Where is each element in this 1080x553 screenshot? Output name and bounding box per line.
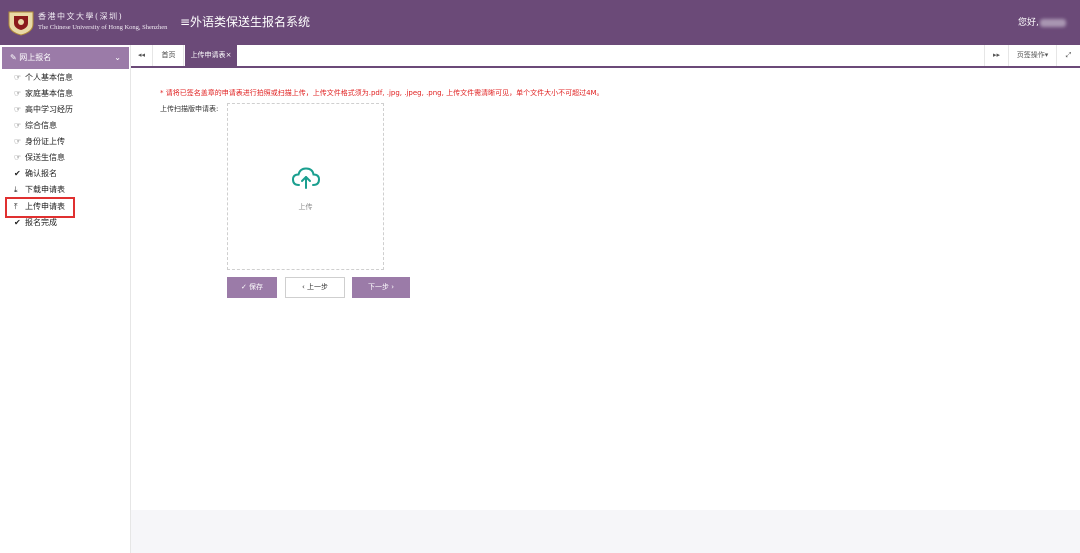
previous-step-button[interactable]: ‹ 上一步 (285, 277, 345, 298)
highlight-box (5, 197, 75, 218)
sidebar-item-comprehensive-info[interactable]: ☞ 综合信息 (14, 119, 57, 133)
username-redacted (1039, 18, 1066, 27)
tab-home[interactable]: 首页 (154, 45, 184, 66)
next-step-button[interactable]: 下一步 › (352, 277, 410, 298)
university-name: 香港中文大學(深圳) The Chinese University of Hon… (38, 11, 167, 31)
chevron-left-icon: ‹ (301, 283, 305, 291)
hand-icon: ☞ (14, 73, 22, 82)
sidebar-section-online-registration[interactable]: ✎ 网上报名 ⌄ (2, 47, 129, 69)
hand-icon: ☞ (14, 153, 22, 162)
sidebar-item-label: 身份证上传 (25, 137, 65, 146)
sidebar-item-complete[interactable]: ✔ 报名完成 (14, 216, 57, 230)
user-greeting[interactable]: 您好, (1018, 15, 1066, 28)
greeting-text: 您好, (1018, 18, 1039, 28)
hand-icon: ☞ (14, 121, 22, 130)
sidebar-item-confirm[interactable]: ✔ 确认报名 (14, 167, 57, 181)
save-button[interactable]: ✓ 保存 (227, 277, 277, 298)
scroll-left-icon[interactable]: ◂◂ (131, 45, 153, 66)
save-label: 保存 (249, 283, 264, 291)
university-logo-icon (8, 11, 34, 36)
hand-icon: ☞ (14, 105, 22, 114)
university-name-en: The Chinese University of Hong Kong, She… (38, 24, 168, 31)
sidebar-item-label: 高中学习经历 (25, 105, 73, 114)
sidebar-section-label: 网上报名 (19, 53, 52, 62)
sidebar-item-id-upload[interactable]: ☞ 身份证上传 (14, 135, 65, 149)
tab-operations-label: 页签操作 (1016, 51, 1045, 59)
university-name-cn: 香港中文大學(深圳) (38, 12, 124, 21)
check-icon: ✔ (14, 169, 21, 178)
top-header: 香港中文大學(深圳) The Chinese University of Hon… (0, 0, 1080, 45)
edit-icon: ✎ (10, 53, 17, 62)
upload-dropzone[interactable]: 上传 (227, 103, 384, 270)
chevron-down-icon: ⌄ (114, 53, 121, 62)
sidebar-item-label: 保送生信息 (25, 153, 65, 162)
hand-icon: ☞ (14, 89, 22, 98)
tab-upload-form[interactable]: 上传申请表× (185, 45, 237, 66)
sidebar-item-label: 确认报名 (25, 169, 57, 178)
sidebar-item-label: 下载申请表 (25, 185, 65, 194)
caret-down-icon: ▾ (1044, 51, 1049, 59)
tab-label: 上传申请表 (190, 51, 226, 59)
chevron-right-icon: › (391, 283, 395, 291)
hand-icon: ☞ (14, 137, 22, 146)
tab-operations-dropdown[interactable]: 页签操作▾ (1008, 45, 1056, 66)
sidebar-item-label: 报名完成 (25, 218, 57, 227)
sidebar-item-personal-info[interactable]: ☞ 个人基本信息 (14, 71, 73, 85)
sidebar-item-high-school[interactable]: ☞ 高中学习经历 (14, 103, 73, 117)
sidebar-item-family-info[interactable]: ☞ 家庭基本信息 (14, 87, 73, 101)
check-icon: ✔ (14, 218, 21, 227)
upload-text: 上传 (298, 203, 313, 211)
sidebar-item-label: 个人基本信息 (25, 73, 73, 82)
tab-bar: ◂◂ 首页 上传申请表× ▸▸ 页签操作▾ ⤢ (131, 45, 1080, 68)
download-icon: ⤓ (14, 185, 18, 194)
sidebar-item-label: 家庭基本信息 (25, 89, 73, 98)
footer-area (131, 510, 1080, 553)
upload-notice: * 请将已签名盖章的申请表进行拍照或扫描上传，上传文件格式须为.pdf, .jp… (160, 89, 604, 97)
scroll-right-icon[interactable]: ▸▸ (984, 45, 1008, 66)
system-title: ≡外语类保送生报名系统 (180, 15, 311, 29)
fullscreen-icon[interactable]: ⤢ (1056, 45, 1080, 66)
check-icon: ✓ (240, 283, 247, 291)
sidebar-item-label: 综合信息 (25, 121, 57, 130)
close-icon[interactable]: × (226, 51, 232, 59)
next-label: 下一步 (367, 283, 389, 291)
previous-label: 上一步 (307, 283, 329, 291)
sidebar-item-download-form[interactable]: ⤓ 下载申请表 (14, 183, 65, 197)
cloud-upload-icon (291, 167, 321, 189)
upload-field-label: 上传扫描版申请表: (160, 105, 219, 113)
sidebar-item-recommended-info[interactable]: ☞ 保送生信息 (14, 151, 65, 165)
